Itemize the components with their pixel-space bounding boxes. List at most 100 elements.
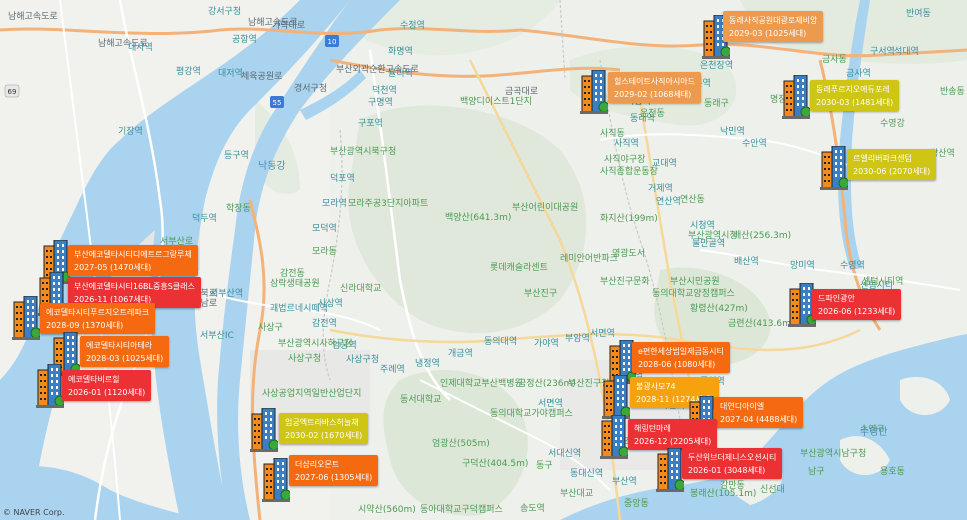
place-label: 금련산(413.6m) — [728, 319, 795, 329]
station-label: 시청역 — [690, 221, 715, 231]
apartment-marker-label[interactable]: 더샵리오몬트 2027-06 (1305세대) — [289, 455, 379, 486]
apartment-name: 부산에코델타시티디에트르그랑루체 — [74, 250, 192, 259]
station-label: 기장역 — [118, 127, 143, 137]
station-label: 서부산IC — [200, 331, 234, 341]
station-label: 등구역 — [224, 151, 249, 161]
water-label: 낙동강 — [258, 161, 286, 172]
place-label: 화지산(199m) — [600, 214, 658, 224]
apartment-name: 부산에코델타시티16BL중흥S클래스 — [74, 282, 195, 291]
apartment-building-icon[interactable] — [820, 145, 850, 194]
apartment-building-icon[interactable] — [36, 363, 66, 412]
apartment-marker-label[interactable]: 에코델타시티아테라 2028-03 (1025세대) — [80, 336, 170, 367]
apartment-building-icon[interactable] — [250, 407, 280, 456]
apartment-marker-label[interactable]: 동래푸르지오에듀포레 2030-03 (1481세대) — [810, 80, 900, 111]
station-label: 망미역 — [790, 261, 815, 271]
apartment-date-units: 2026-12 (2205세대) — [634, 437, 712, 446]
apartment-name: 에코델타시티푸르지오트레파크 — [46, 308, 150, 317]
station-label: 구포역 — [358, 119, 383, 129]
apartment-name: 엄궁엑트라바스허늘채 — [285, 418, 359, 427]
place-label: 금사동 — [822, 55, 847, 65]
apartment-building-icon[interactable] — [600, 414, 630, 463]
place-label: 신라대학교 — [340, 284, 382, 294]
place-label: 동의대학교가야캠퍼스 — [490, 409, 573, 419]
road-label: 남해고속도로 — [8, 12, 58, 22]
apartment-building-icon[interactable] — [12, 295, 42, 344]
apartment-marker-label[interactable]: 에코델타비르힐 2026-01 (1120세대) — [62, 370, 152, 401]
station-label: 동의대역 — [484, 337, 518, 347]
place-label: 황령산(427m) — [690, 304, 748, 314]
place-label: 동의대학교양정캠퍼스 — [652, 289, 735, 299]
station-label: 가야역 — [534, 339, 559, 349]
apartment-building-icon[interactable] — [262, 457, 292, 506]
apartment-date-units: 2030-03 (1481세대) — [816, 98, 894, 107]
apartment-marker-label[interactable]: 에코델타시티푸르지오트레파크 2028-09 (1370세대) — [40, 303, 156, 334]
apartment-name: 해링턴마레 — [634, 424, 671, 433]
station-label: 덕두역 — [192, 214, 217, 224]
place-label: 학장동 — [226, 204, 251, 214]
apartment-marker-label[interactable]: 힐스테이트사직아시아드 2029-02 (1068세대) — [608, 72, 701, 103]
station-label: 대사역 — [128, 43, 153, 53]
station-label: 서면역 — [538, 399, 563, 409]
apartment-date-units: 2027-06 (1305세대) — [295, 473, 373, 482]
apartment-marker-label[interactable]: 부산에코델타시티디에트르그랑루체 2027-05 (1470세대) — [68, 245, 198, 276]
apartment-date-units: 2026-01 (3048세대) — [688, 466, 766, 475]
apartment-date-units: 2028-03 (1025세대) — [86, 354, 164, 363]
apartment-date-units: 2027-04 (4488세대) — [720, 415, 798, 424]
place-label: 사직야구장 — [604, 155, 646, 165]
svg-text:69: 69 — [8, 88, 17, 96]
apartment-marker-label[interactable]: 대연디아이엘 2027-04 (4488세대) — [714, 397, 804, 428]
station-label: 거제역 — [648, 184, 673, 194]
apartment-name: 더샵리오몬트 — [295, 460, 340, 469]
station-label: 사상구청 — [346, 355, 380, 365]
apartment-name: 불광사모74 — [636, 382, 676, 391]
station-label: 화명역 — [388, 47, 413, 57]
place-label: 센텀시티역 — [862, 277, 904, 287]
station-label: 부산역 — [612, 477, 637, 487]
station-label: 사직역 — [614, 139, 639, 149]
apartment-marker-label[interactable]: 두산위브더제니스오션시티 2026-01 (3048세대) — [682, 448, 783, 479]
apartment-building-icon[interactable] — [656, 447, 686, 496]
apartment-building-icon[interactable] — [782, 74, 812, 123]
route-shield: 69 — [4, 84, 20, 98]
apartment-marker-label[interactable]: 동래사직공원대광로제비앙 2029-03 (1025세대) — [723, 11, 824, 42]
apartment-marker-label[interactable]: 해링턴마레 2026-12 (2205세대) — [628, 419, 718, 450]
place-label: 백양산(641.3m) — [445, 213, 512, 223]
apartment-marker-label[interactable]: 드파인광안 2026-06 (1233세대) — [812, 289, 902, 320]
road-label: 가락대로 — [272, 21, 306, 31]
apartment-name: 두산위브더제니스오션시티 — [688, 453, 777, 462]
place-label: 남구 — [808, 467, 825, 477]
place-label: 롯데캐슬라센트 — [490, 263, 548, 273]
apartment-date-units: 2028-09 (1370세대) — [46, 321, 124, 330]
station-label: 물만골역 — [692, 239, 726, 249]
apartment-date-units: 2026-01 (1120세대) — [68, 388, 146, 397]
place-label: 부산진구 — [524, 289, 558, 299]
apartment-date-units: 2028-06 (1080세대) — [638, 360, 716, 369]
apartment-name: 에코델타시티아테라 — [86, 341, 153, 350]
apartment-name: 르엘리버파크센텀 — [853, 154, 912, 163]
apartment-name: 에코델타비르힐 — [68, 375, 120, 384]
route-shield: 10 — [325, 35, 339, 47]
place-label: 시약산(560m) — [358, 505, 416, 515]
station-label: 수안역 — [742, 139, 767, 149]
place-label: 봉래산(105.1m) — [690, 489, 757, 499]
station-label: 서부산역 — [210, 289, 244, 299]
station-label: 모라역 — [322, 199, 347, 209]
station-label: 수정역 — [400, 21, 425, 31]
station-label: 수영역 — [840, 261, 865, 271]
road-label: 경서구청 — [294, 84, 328, 94]
place-label: 사상공업지역일반산업단지 — [262, 389, 362, 399]
station-label: 연산역 — [656, 197, 681, 207]
apartment-marker-label[interactable]: 엄궁엑트라바스허늘채 2030-02 (1670세대) — [279, 413, 369, 444]
place-label: 동아대학교구덕캠퍼스 — [420, 505, 503, 515]
apartment-marker-label[interactable]: 르엘리버파크센텀 2030-06 (2070세대) — [847, 149, 937, 180]
station-label: 강서구청 — [208, 7, 242, 17]
place-label: 엄광산(505m) — [432, 439, 490, 449]
station-label: 율리역 — [388, 69, 413, 79]
apartment-marker-label[interactable]: e편한세상범일제금동시티 2028-06 (1080세대) — [632, 342, 730, 373]
apartment-name: e편한세상범일제금동시티 — [638, 347, 724, 356]
place-label: 모라동 — [312, 247, 337, 257]
place-label: 사상구청 — [288, 354, 322, 364]
station-label: 구명역 — [368, 98, 393, 108]
apartment-building-icon[interactable] — [580, 69, 610, 118]
station-label: 서대신역 — [548, 449, 582, 459]
